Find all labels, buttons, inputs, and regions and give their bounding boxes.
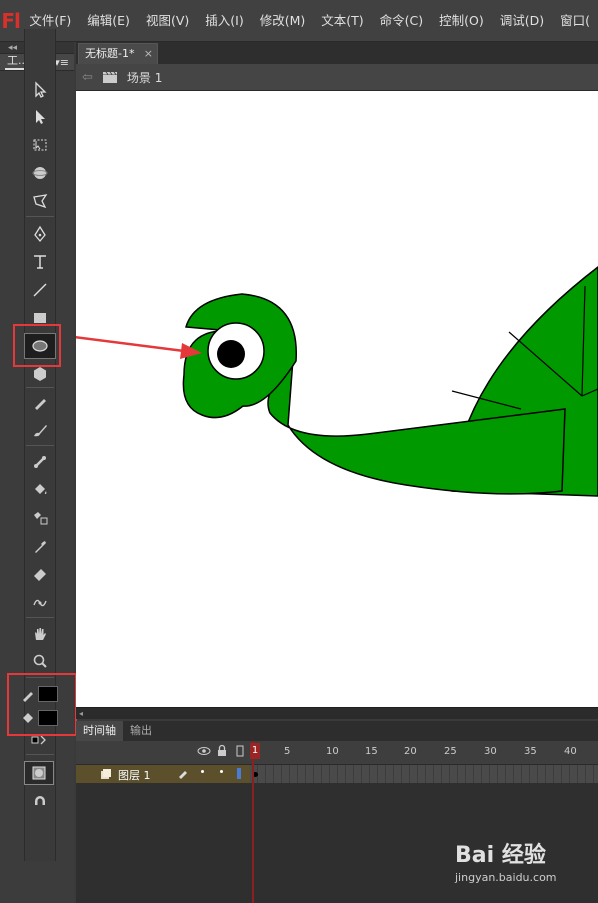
tab-timeline[interactable]: 时间轴 [76, 721, 123, 741]
subselection-tool-icon[interactable] [24, 104, 56, 130]
layer-icon [100, 768, 112, 783]
layer-name[interactable]: 图层 1 [118, 767, 151, 783]
color-swatches-highlight [7, 673, 77, 736]
paint-bucket-tool-icon[interactable] [24, 477, 56, 503]
scroll-left-icon[interactable]: ◂ [79, 708, 83, 719]
oval-tool-highlight [13, 324, 61, 367]
tool-divider [26, 445, 54, 446]
frame-number: 10 [326, 746, 339, 757]
frame-number: 40 [564, 746, 577, 757]
playhead[interactable]: 1 [250, 743, 260, 759]
timeline-ruler: 1 5 10 15 20 25 30 35 40 [76, 741, 598, 765]
lasso-tool-icon[interactable] [24, 188, 56, 214]
tool-divider [26, 216, 54, 217]
frame-number: 5 [284, 746, 291, 757]
edit-bar: ⇦ 场景 1 [76, 64, 598, 91]
back-arrow-icon[interactable]: ⇦ [82, 70, 93, 85]
lock-dot[interactable] [220, 770, 223, 773]
stage-canvas[interactable] [76, 91, 598, 707]
visibility-dot[interactable] [201, 770, 204, 773]
flash-window: Fl 文件(F) 编辑(E) 视图(V) 插入(I) 修改(M) 文本(T) 命… [0, 0, 598, 903]
layer-color-outline[interactable] [237, 768, 241, 779]
width-tool-icon[interactable] [24, 589, 56, 615]
frames-area[interactable] [250, 765, 598, 783]
frame-number: 15 [365, 746, 378, 757]
selection-tool-icon[interactable] [24, 77, 56, 103]
menu-text[interactable]: 文本(T) [313, 0, 371, 42]
frame-number: 35 [524, 746, 537, 757]
lock-icon[interactable] [216, 744, 228, 760]
tab-output[interactable]: 输出 [123, 721, 159, 741]
pencil-icon [177, 767, 189, 782]
ink-bottle-tool-icon[interactable] [24, 505, 56, 531]
tool-divider [26, 754, 54, 755]
pen-tool-icon[interactable] [24, 221, 56, 247]
turtle-pupil [217, 340, 245, 368]
3d-rotation-tool-icon[interactable] [24, 160, 56, 186]
watermark-logo: Bai 经验 [455, 843, 546, 868]
frame-number: 20 [404, 746, 417, 757]
panel-menu-icon[interactable]: ▾≡ [54, 56, 69, 69]
free-transform-tool-icon[interactable] [24, 132, 56, 158]
bone-tool-icon[interactable] [24, 449, 56, 475]
document-tab[interactable]: 无标题-1* × [78, 43, 158, 64]
menu-insert[interactable]: 插入(I) [197, 0, 251, 42]
app-logo: Fl [1, 8, 21, 33]
menu-edit[interactable]: 编辑(E) [79, 0, 138, 42]
zoom-tool-icon[interactable] [24, 648, 56, 674]
tool-divider [26, 387, 54, 388]
scene-label[interactable]: 场景 1 [127, 69, 162, 86]
menu-view[interactable]: 视图(V) [138, 0, 197, 42]
object-drawing-icon[interactable] [24, 761, 54, 785]
eye-icon[interactable] [197, 745, 211, 760]
clapper-icon [101, 70, 119, 84]
close-tab-icon[interactable]: × [144, 44, 153, 64]
frame-number: 25 [444, 746, 457, 757]
menu-bar: Fl 文件(F) 编辑(E) 视图(V) 插入(I) 修改(M) 文本(T) 命… [0, 0, 598, 42]
turtle-drawing [76, 266, 598, 497]
menu-commands[interactable]: 命令(C) [372, 0, 431, 42]
document-tab-title: 无标题-1* [85, 47, 135, 60]
stage-scrollbar[interactable]: ◂ [76, 707, 598, 719]
layer-row[interactable]: 图层 1 [76, 765, 598, 783]
text-tool-icon[interactable] [24, 249, 56, 275]
frame-number: 30 [484, 746, 497, 757]
timeline-tab-bar: 时间轴 输出 [76, 721, 598, 741]
playhead-line [252, 741, 254, 903]
layer-info[interactable]: 图层 1 [76, 765, 250, 783]
annotation-arrow [76, 335, 185, 353]
eyedropper-tool-icon[interactable] [24, 533, 56, 559]
menu-modify[interactable]: 修改(M) [252, 0, 314, 42]
brush-tool-icon[interactable] [24, 417, 56, 443]
hand-tool-icon[interactable] [24, 621, 56, 647]
watermark: Bai 经验 jingyan.baidu.com [455, 837, 595, 892]
eraser-tool-icon[interactable] [24, 561, 56, 587]
pencil-tool-icon[interactable] [24, 390, 56, 416]
watermark-url: jingyan.baidu.com [455, 871, 557, 884]
tool-divider [26, 617, 54, 618]
snap-to-objects-icon[interactable] [24, 789, 56, 815]
menu-window[interactable]: 窗口( [552, 0, 598, 42]
menu-debug[interactable]: 调试(D) [492, 0, 552, 42]
outline-icon[interactable] [235, 745, 245, 760]
line-tool-icon[interactable] [24, 277, 56, 303]
document-tab-bar: 无标题-1* × [76, 42, 598, 64]
menu-control[interactable]: 控制(O) [431, 0, 492, 42]
